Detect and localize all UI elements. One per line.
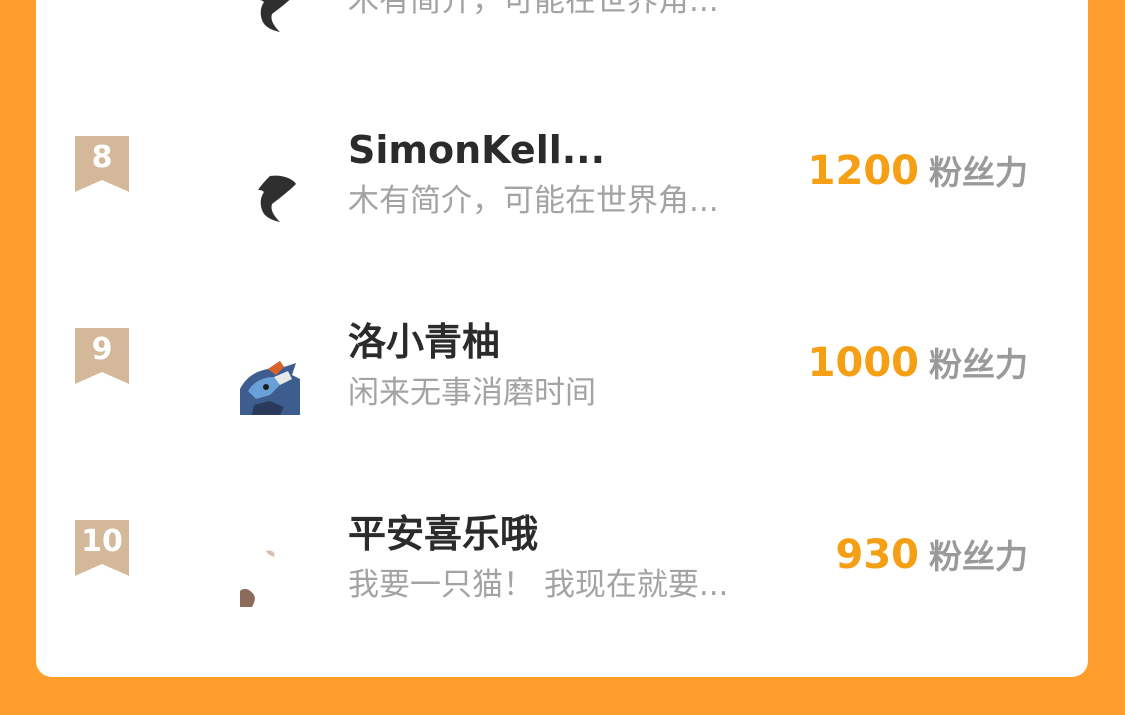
avatar	[240, 0, 300, 40]
list-item[interactable]: 8 SimonKell... 木有简介，可能在世界角... 1200 粉丝力	[36, 112, 1088, 272]
user-description: 木有简介，可能在世界角...	[348, 183, 719, 219]
rank-badge: 9	[75, 328, 129, 384]
list-item-partial[interactable]: 木有简介，可能在世界角...	[36, 0, 1088, 120]
rank-badge: 8	[75, 136, 129, 192]
fish-silhouette-icon	[258, 0, 290, 32]
leaderboard-card: 木有简介，可能在世界角... 8 SimonKell... 木有简介，可能在世界…	[36, 0, 1088, 677]
fan-power-score: 1200 粉丝力	[808, 148, 1028, 196]
rank-number: 9	[91, 332, 113, 367]
list-item[interactable]: 9 洛小青柚 闲来无事消磨时间 1000 粉丝力	[36, 304, 1088, 464]
cartoon-character-avatar	[240, 355, 300, 415]
avatar[interactable]	[240, 547, 300, 607]
user-name[interactable]: 洛小青柚	[348, 320, 500, 364]
rank-number: 8	[91, 140, 113, 175]
user-description: 我要一只猫！ 我现在就要...	[348, 567, 729, 603]
score-value: 1200	[807, 148, 919, 194]
rank-badge: 10	[75, 520, 129, 576]
score-unit: 粉丝力	[929, 537, 1028, 576]
user-name[interactable]: 平安喜乐哦	[348, 512, 538, 556]
user-description: 闲来无事消磨时间	[348, 375, 596, 411]
fan-power-score: 930 粉丝力	[836, 532, 1029, 580]
avatar[interactable]	[240, 170, 300, 230]
avatar[interactable]	[240, 355, 300, 415]
score-unit: 粉丝力	[929, 345, 1028, 384]
partial-photo-avatar	[240, 547, 300, 607]
user-name[interactable]: SimonKell...	[348, 128, 605, 172]
fish-silhouette-icon	[258, 175, 296, 222]
score-value: 930	[835, 532, 920, 578]
rank-number: 10	[81, 524, 123, 559]
user-description: 木有简介，可能在世界角...	[348, 0, 719, 19]
score-value: 1000	[807, 340, 919, 386]
score-unit: 粉丝力	[929, 153, 1028, 192]
fan-power-score: 1000 粉丝力	[808, 340, 1028, 388]
list-item[interactable]: 10 平安喜乐哦 我要一只猫！ 我现在就要... 930 粉丝力	[36, 496, 1088, 656]
